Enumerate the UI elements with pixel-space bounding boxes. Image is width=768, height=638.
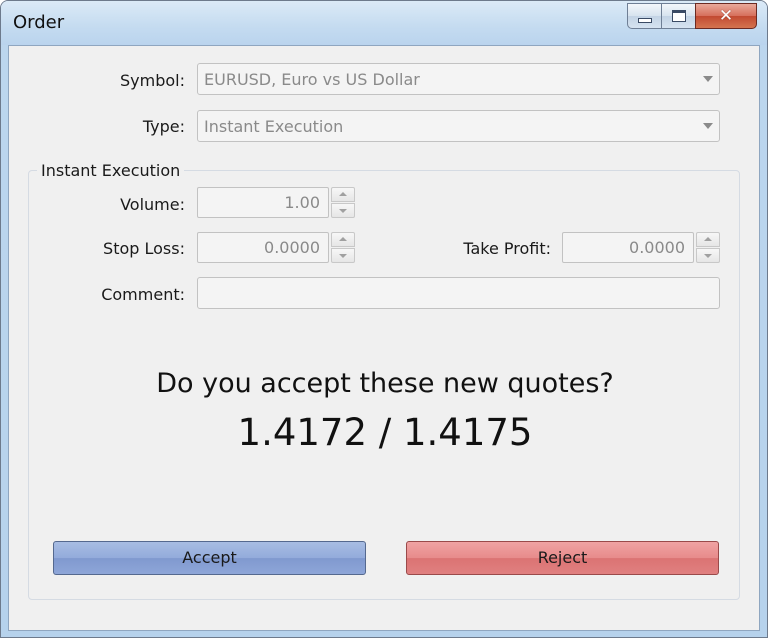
new-quotes: 1.4172 / 1.4175 xyxy=(237,411,533,454)
arrow-down-icon xyxy=(704,254,712,258)
arrow-up-icon xyxy=(339,237,347,241)
symbol-value: EURUSD, Euro vs US Dollar xyxy=(204,70,420,89)
stop-loss-decrement-button[interactable] xyxy=(331,248,355,263)
volume-input[interactable]: 1.00 xyxy=(197,187,329,218)
take-profit-stepper xyxy=(696,232,720,263)
take-profit-input[interactable]: 0.0000 xyxy=(562,232,694,263)
volume-value: 1.00 xyxy=(284,193,320,212)
caption-buttons: ✕ xyxy=(627,3,757,29)
volume-increment-button[interactable] xyxy=(331,187,355,202)
maximize-button[interactable] xyxy=(661,3,695,29)
maximize-icon xyxy=(671,10,686,22)
title-bar[interactable]: Order ✕ xyxy=(1,1,767,45)
stop-loss-input[interactable]: 0.0000 xyxy=(197,232,329,263)
minimize-icon xyxy=(637,17,652,23)
volume-stepper xyxy=(331,187,355,218)
order-window: Order ✕ Symbol: EURUSD, Euro vs US Dolla… xyxy=(0,0,768,638)
take-profit-increment-button[interactable] xyxy=(696,232,720,247)
volume-decrement-button[interactable] xyxy=(331,203,355,218)
chevron-down-icon xyxy=(703,123,713,129)
comment-input[interactable] xyxy=(197,277,720,309)
arrow-down-icon xyxy=(339,209,347,213)
type-value: Instant Execution xyxy=(204,117,344,136)
arrow-down-icon xyxy=(339,254,347,258)
symbol-select[interactable]: EURUSD, Euro vs US Dollar xyxy=(197,63,720,95)
group-title: Instant Execution xyxy=(37,161,185,180)
reject-button[interactable]: Reject xyxy=(406,541,719,575)
stop-loss-increment-button[interactable] xyxy=(331,232,355,247)
comment-label: Comment: xyxy=(101,285,185,304)
arrow-up-icon xyxy=(339,192,347,196)
stop-loss-value: 0.0000 xyxy=(264,238,320,257)
dialog-body: Symbol: EURUSD, Euro vs US Dollar Type: … xyxy=(8,45,760,631)
stop-loss-label: Stop Loss: xyxy=(103,239,185,258)
accept-button[interactable]: Accept xyxy=(53,541,366,575)
minimize-button[interactable] xyxy=(627,3,661,29)
arrow-up-icon xyxy=(704,237,712,241)
take-profit-value: 0.0000 xyxy=(629,238,685,257)
stop-loss-stepper xyxy=(331,232,355,263)
take-profit-decrement-button[interactable] xyxy=(696,248,720,263)
type-select[interactable]: Instant Execution xyxy=(197,110,720,142)
take-profit-label: Take Profit: xyxy=(463,239,551,258)
close-icon: ✕ xyxy=(718,5,734,26)
type-label: Type: xyxy=(142,117,185,136)
symbol-label: Symbol: xyxy=(120,71,185,90)
close-button[interactable]: ✕ xyxy=(695,3,757,29)
requote-question: Do you accept these new quotes? xyxy=(156,368,614,399)
volume-label: Volume: xyxy=(120,195,185,214)
chevron-down-icon xyxy=(703,76,713,82)
window-title: Order xyxy=(13,12,65,33)
